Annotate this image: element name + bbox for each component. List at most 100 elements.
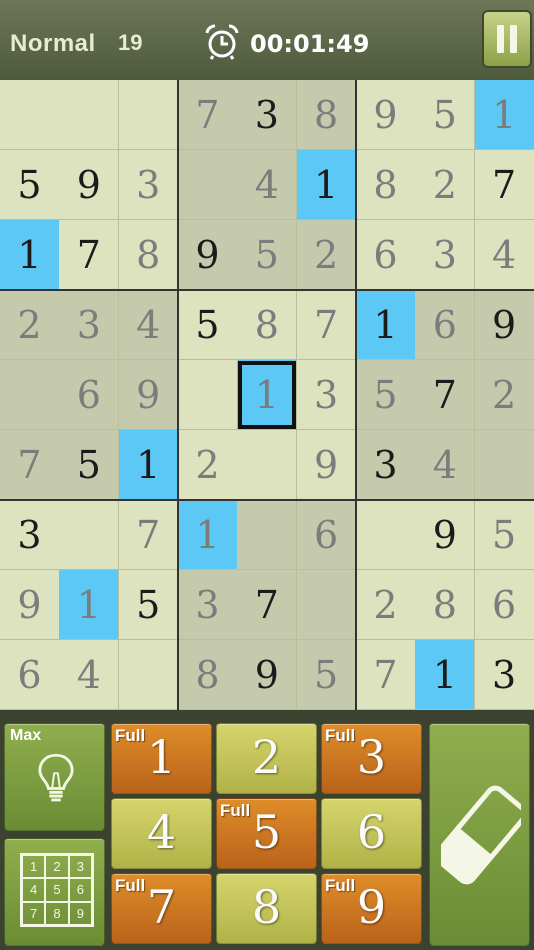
number-button-6[interactable]: 6 xyxy=(321,798,422,869)
board-cell[interactable] xyxy=(118,640,179,710)
board-cell[interactable]: 3 xyxy=(118,150,179,220)
box-divider xyxy=(0,289,534,291)
board-cell[interactable]: 4 xyxy=(118,290,179,360)
board-cell[interactable]: 1 xyxy=(474,80,534,150)
board-cell[interactable] xyxy=(237,500,298,570)
board-cell[interactable] xyxy=(0,80,60,150)
board-cell[interactable]: 8 xyxy=(355,150,416,220)
number-button-4[interactable]: 4 xyxy=(111,798,212,869)
board-cell[interactable]: 9 xyxy=(415,500,476,570)
board-cell[interactable]: 9 xyxy=(474,290,534,360)
number-button-1[interactable]: Full 1 xyxy=(111,723,212,794)
board-cell[interactable]: 5 xyxy=(474,500,534,570)
board-cell[interactable]: 5 xyxy=(118,570,179,640)
board-cell[interactable]: 6 xyxy=(415,290,476,360)
number-button-5[interactable]: Full 5 xyxy=(216,798,317,869)
board-cell[interactable] xyxy=(59,500,120,570)
board-cell[interactable] xyxy=(118,80,179,150)
board-cell[interactable]: 1 xyxy=(415,640,476,710)
board-cell[interactable]: 1 xyxy=(237,360,298,430)
board-cell[interactable]: 8 xyxy=(118,220,179,290)
board-cell[interactable]: 4 xyxy=(59,640,120,710)
number-value: 2 xyxy=(251,730,282,784)
board-cell[interactable]: 8 xyxy=(177,640,238,710)
board-cell[interactable]: 1 xyxy=(59,570,120,640)
notes-toggle-button[interactable]: 123456789 xyxy=(4,838,105,946)
board-cell[interactable]: 7 xyxy=(118,500,179,570)
board-cell[interactable]: 3 xyxy=(59,290,120,360)
board-cell[interactable]: 9 xyxy=(177,220,238,290)
board-cell[interactable]: 8 xyxy=(415,570,476,640)
board-cell[interactable]: 9 xyxy=(59,150,120,220)
board-cell[interactable]: 5 xyxy=(296,640,357,710)
board-cell[interactable]: 1 xyxy=(177,500,238,570)
board-cell[interactable]: 1 xyxy=(118,430,179,500)
board-cell[interactable]: 2 xyxy=(355,570,416,640)
notes-grid-digit: 5 xyxy=(45,878,69,902)
number-value: 7 xyxy=(146,880,177,934)
board-cell[interactable]: 6 xyxy=(0,640,60,710)
board-cell[interactable] xyxy=(59,80,120,150)
board-cell[interactable] xyxy=(296,570,357,640)
board-cell[interactable]: 7 xyxy=(177,80,238,150)
board-cell[interactable]: 3 xyxy=(0,500,60,570)
board-cell[interactable]: 9 xyxy=(118,360,179,430)
board-cell[interactable] xyxy=(177,360,238,430)
board-cell[interactable]: 6 xyxy=(355,220,416,290)
board-cell[interactable]: 8 xyxy=(237,290,298,360)
board-cell[interactable]: 4 xyxy=(415,430,476,500)
board-cell[interactable]: 1 xyxy=(0,220,60,290)
board-cell[interactable]: 6 xyxy=(296,500,357,570)
board-cell[interactable]: 5 xyxy=(415,80,476,150)
board-cell[interactable]: 9 xyxy=(355,80,416,150)
number-button-3[interactable]: Full 3 xyxy=(321,723,422,794)
board-cell[interactable] xyxy=(177,150,238,220)
board-cell[interactable] xyxy=(0,360,60,430)
board-cell[interactable]: 5 xyxy=(177,290,238,360)
board-cell[interactable]: 2 xyxy=(177,430,238,500)
board-cell[interactable]: 7 xyxy=(59,220,120,290)
board-cell[interactable] xyxy=(237,430,298,500)
board-cell[interactable]: 8 xyxy=(296,80,357,150)
board-cell[interactable]: 6 xyxy=(474,570,534,640)
board-cell[interactable]: 5 xyxy=(59,430,120,500)
board-cell[interactable]: 3 xyxy=(474,640,534,710)
board-cell[interactable]: 1 xyxy=(296,150,357,220)
board-cell[interactable]: 3 xyxy=(355,430,416,500)
board-cell[interactable]: 4 xyxy=(237,150,298,220)
board-cell[interactable]: 7 xyxy=(415,360,476,430)
pause-button[interactable] xyxy=(484,12,530,66)
board-cell[interactable]: 9 xyxy=(237,640,298,710)
board-cell[interactable]: 1 xyxy=(355,290,416,360)
board-cell[interactable]: 7 xyxy=(474,150,534,220)
number-button-8[interactable]: 8 xyxy=(216,873,317,944)
board-cell[interactable]: 7 xyxy=(355,640,416,710)
number-value: 4 xyxy=(146,805,177,859)
board-cell[interactable] xyxy=(474,430,534,500)
board-cell[interactable]: 2 xyxy=(474,360,534,430)
board-cell[interactable]: 2 xyxy=(415,150,476,220)
board-cell[interactable]: 3 xyxy=(415,220,476,290)
board-cell[interactable]: 5 xyxy=(355,360,416,430)
number-button-2[interactable]: 2 xyxy=(216,723,317,794)
board-cell[interactable]: 3 xyxy=(177,570,238,640)
board-cell[interactable]: 5 xyxy=(0,150,60,220)
board-cell[interactable]: 2 xyxy=(0,290,60,360)
board-cell[interactable] xyxy=(355,500,416,570)
board-cell[interactable]: 9 xyxy=(0,570,60,640)
board-cell[interactable]: 9 xyxy=(296,430,357,500)
number-button-7[interactable]: Full 7 xyxy=(111,873,212,944)
board-cell[interactable]: 3 xyxy=(296,360,357,430)
board-cell[interactable]: 3 xyxy=(237,80,298,150)
board-cell[interactable]: 7 xyxy=(237,570,298,640)
board-cell[interactable]: 6 xyxy=(59,360,120,430)
number-button-9[interactable]: Full 9 xyxy=(321,873,422,944)
eraser-icon xyxy=(441,785,521,885)
board-cell[interactable]: 4 xyxy=(474,220,534,290)
hint-button[interactable]: Max xyxy=(4,723,105,831)
board-cell[interactable]: 2 xyxy=(296,220,357,290)
eraser-button[interactable] xyxy=(429,723,530,946)
board-cell[interactable]: 7 xyxy=(296,290,357,360)
board-cell[interactable]: 7 xyxy=(0,430,60,500)
board-cell[interactable]: 5 xyxy=(237,220,298,290)
